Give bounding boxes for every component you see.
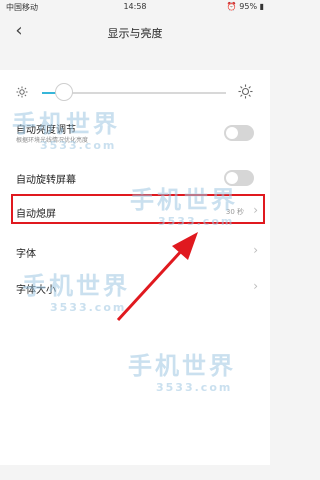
watermark-number: 3533.com: [158, 215, 235, 228]
battery-icon: ▮: [259, 2, 264, 11]
navigation-bar: [0, 465, 270, 480]
auto-brightness-toggle[interactable]: [224, 125, 254, 141]
watermark-number: 3533.com: [40, 139, 117, 152]
alarm-icon: ⏰: [226, 2, 237, 11]
battery-level: 95%: [239, 2, 258, 11]
font-label: 字体: [16, 249, 36, 260]
watermark-brand: 手机世界: [22, 272, 130, 300]
title-bar: ‹ 显示与亮度: [0, 14, 270, 50]
watermark-brand: 手机世界: [128, 352, 236, 380]
chevron-right-icon: ›: [253, 279, 258, 293]
watermark-logo: 手机世界 3533.com: [128, 346, 236, 394]
chevron-right-icon: ›: [253, 243, 258, 257]
sun-large-icon: [238, 84, 253, 99]
auto-rotate-label: 自动旋转屏幕: [16, 175, 76, 186]
status-right: ⏰ 95% ▮: [227, 2, 264, 11]
watermark-logo: 手机世界 3533.com: [22, 266, 130, 314]
brightness-slider-knob[interactable]: [55, 83, 74, 101]
status-bar: 中国移动 14:58 ⏰ 95% ▮: [0, 0, 270, 14]
sun-small-icon: [16, 86, 28, 98]
watermark-logo: 手机世界 3533.com: [12, 104, 120, 152]
watermark-brand: 手机世界: [12, 110, 120, 138]
watermark-logo: 手机世界 3533.com: [130, 180, 238, 228]
toggle-thumb: [226, 127, 238, 139]
watermark-number: 3533.com: [50, 301, 127, 314]
page-title: 显示与亮度: [107, 27, 163, 40]
watermark-number: 3533.com: [156, 381, 233, 394]
watermark-brand: 手机世界: [130, 186, 238, 214]
